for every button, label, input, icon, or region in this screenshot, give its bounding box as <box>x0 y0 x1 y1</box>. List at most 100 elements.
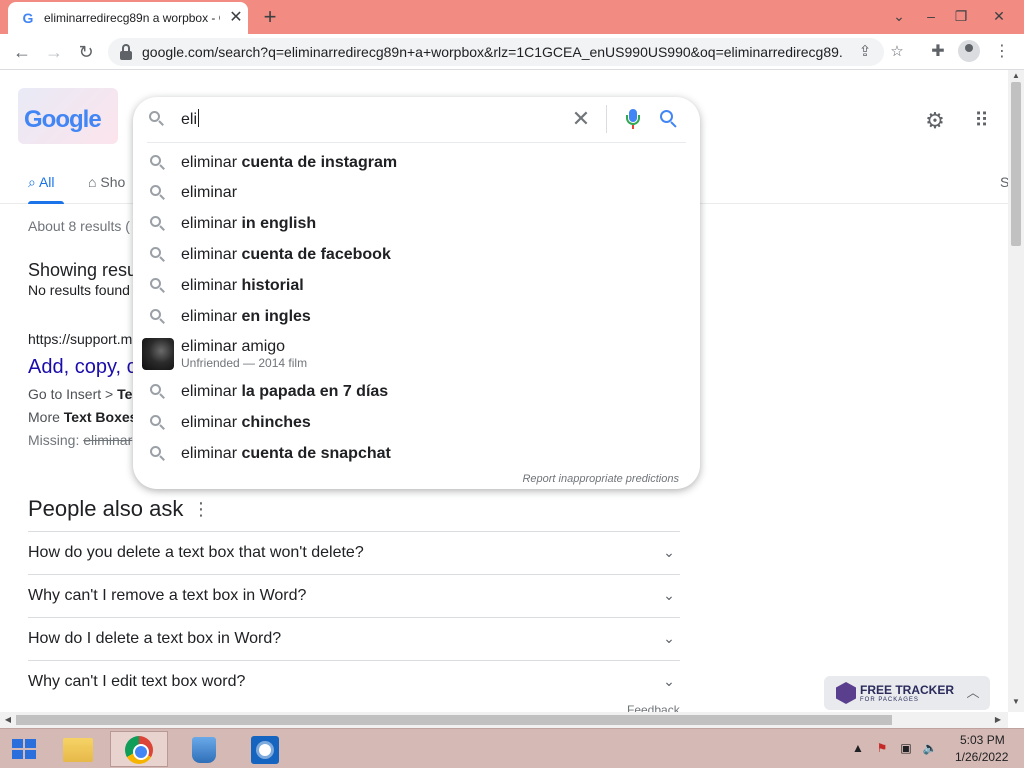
browser-tab-strip: G eliminarredirecg89n a worpbox - Google… <box>0 0 1024 34</box>
bucket-icon <box>192 737 216 763</box>
close-window-button[interactable]: ✕ <box>984 4 1014 28</box>
search-icon <box>150 247 166 263</box>
scroll-left-arrow-icon[interactable]: ◀ <box>2 714 14 726</box>
tab-all[interactable]: ⌕ All <box>28 174 55 191</box>
tracker-name: FREE TRACKER <box>860 683 955 697</box>
suggestion-subtitle: Unfriended — 2014 film <box>181 356 308 370</box>
more-options-icon[interactable]: ⋮ <box>192 498 210 520</box>
start-button[interactable] <box>6 735 42 763</box>
paa-question-text: How do you delete a text box that won't … <box>28 544 364 561</box>
suggestion-text: eliminar cuenta de facebook <box>181 246 391 263</box>
clock-time[interactable]: 5:03 PM <box>960 733 1005 747</box>
vertical-scroll-thumb[interactable] <box>1011 82 1021 246</box>
tab-title: eliminarredirecg89n a worpbox - Google S… <box>44 11 220 25</box>
share-icon[interactable]: ⇪ <box>854 41 876 63</box>
horizontal-scrollbar[interactable]: ◀ ▶ <box>0 712 1008 728</box>
divider <box>147 142 686 143</box>
bookmark-star-icon[interactable]: ☆ <box>886 41 908 63</box>
search-icon <box>150 446 166 462</box>
settings-gear-icon[interactable]: ⚙ <box>922 108 948 134</box>
chevron-down-icon[interactable]: ⌄ <box>660 543 678 561</box>
tab-close-icon[interactable]: ✕ <box>228 10 244 26</box>
suggestion-text: eliminar in english <box>181 215 317 232</box>
clock-date[interactable]: 1/26/2022 <box>955 750 1008 764</box>
browser-tab[interactable]: G eliminarredirecg89n a worpbox - Google… <box>8 2 248 34</box>
chevron-down-icon[interactable]: ⌄ <box>660 672 678 690</box>
divider <box>606 105 607 133</box>
tab-shopping[interactable]: ⌂ Sho <box>88 174 125 190</box>
vertical-scrollbar[interactable]: ▲ ▼ <box>1008 70 1024 712</box>
microphone-icon[interactable] <box>621 107 645 131</box>
taskbar-app-weather[interactable] <box>236 731 294 767</box>
windows-logo-icon <box>12 739 36 759</box>
suggestion-item[interactable]: eliminar cuenta de snapchat <box>133 438 700 469</box>
suggestion-text: eliminar historial <box>181 277 304 294</box>
address-bar[interactable]: google.com/search?q=eliminarredirecg89n+… <box>108 38 904 66</box>
profile-avatar[interactable] <box>958 40 980 62</box>
paa-question[interactable]: How do I delete a text box in Word? ⌄ <box>28 617 680 660</box>
forward-arrow-icon[interactable]: → <box>42 40 66 64</box>
apps-grid-icon[interactable]: ⠿ <box>968 108 994 134</box>
more-menu-icon[interactable]: ⋮ <box>990 40 1014 64</box>
taskbar-app-bucket[interactable] <box>174 731 232 767</box>
extensions-puzzle-icon[interactable]: ✚ <box>926 40 950 64</box>
reload-icon[interactable]: ↻ <box>74 40 98 64</box>
tab-all-label: All <box>38 174 55 190</box>
tab-search-button[interactable]: ⌄ <box>884 4 914 28</box>
horizontal-scroll-thumb[interactable] <box>16 715 892 725</box>
clear-search-icon[interactable]: ✕ <box>569 107 593 131</box>
suggestion-item[interactable]: eliminar in english <box>133 208 700 239</box>
volume-muted-icon[interactable]: 🔈 <box>922 740 938 756</box>
snippet-text: Go to Insert > <box>28 386 118 402</box>
network-icon[interactable]: ▣ <box>898 740 914 756</box>
snippet-bold: Te <box>117 386 133 402</box>
suggestion-item[interactable]: eliminar chinches <box>133 407 700 438</box>
suggestion-item[interactable]: eliminar la papada en 7 días <box>133 376 700 407</box>
search-icon <box>150 216 166 232</box>
taskbar-chrome[interactable] <box>110 731 168 767</box>
paa-question[interactable]: How do you delete a text box that won't … <box>28 531 680 574</box>
report-predictions-link[interactable]: Report inappropriate predictions <box>522 473 679 485</box>
search-input[interactable]: eli <box>181 109 200 129</box>
chevron-down-icon[interactable]: ⌄ <box>660 629 678 647</box>
folder-icon <box>63 738 93 762</box>
suggestion-item[interactable]: eliminar amigo Unfriended — 2014 film <box>133 337 700 375</box>
minimize-button[interactable]: – <box>916 4 946 28</box>
result-snippet-line: More Text Boxes <box>28 409 137 425</box>
action-center-flag-icon[interactable]: ⚑ <box>874 740 890 756</box>
restore-button[interactable]: ❐ <box>946 4 976 28</box>
suggestion-item[interactable]: eliminar <box>133 177 700 208</box>
chevron-down-icon[interactable]: ⌄ <box>660 586 678 604</box>
sun-icon <box>251 736 279 764</box>
suggestion-text: eliminar chinches <box>181 414 311 431</box>
suggestion-item[interactable]: eliminar cuenta de facebook <box>133 239 700 270</box>
search-icon <box>150 155 166 171</box>
suggestion-item[interactable]: eliminar en ingles <box>133 301 700 332</box>
suggestion-text: eliminar <box>181 184 238 201</box>
result-title-link[interactable]: Add, copy, c <box>28 356 137 379</box>
snippet-text: More <box>28 409 64 425</box>
suggestion-text: eliminar cuenta de instagram <box>181 154 398 171</box>
people-also-ask-title: People also ask <box>28 496 184 521</box>
paa-question[interactable]: Why can't I edit text box word? ⌄ <box>28 660 680 703</box>
lock-icon[interactable] <box>120 44 132 60</box>
result-url[interactable]: https://support.m <box>28 331 132 347</box>
google-doodle-logo[interactable]: Google <box>18 88 118 144</box>
scroll-up-arrow-icon[interactable]: ▲ <box>1010 70 1022 82</box>
google-logo-text: Google <box>24 106 102 133</box>
search-input-value: eli <box>181 111 198 128</box>
paa-question[interactable]: Why can't I remove a text box in Word? ⌄ <box>28 574 680 617</box>
search-icon: ⌕ <box>28 174 36 190</box>
suggestion-item[interactable]: eliminar historial <box>133 270 700 301</box>
suggestion-item[interactable]: eliminar cuenta de instagram <box>133 147 700 178</box>
tray-overflow-chevron-icon[interactable]: ▲ <box>850 740 866 756</box>
chevron-up-icon[interactable]: ︿ <box>964 684 982 702</box>
back-arrow-icon[interactable]: ← <box>10 40 34 64</box>
search-submit-icon[interactable] <box>659 109 679 129</box>
taskbar-file-explorer[interactable] <box>48 731 106 767</box>
scroll-right-arrow-icon[interactable]: ▶ <box>992 714 1004 726</box>
new-tab-button[interactable]: + <box>258 6 282 30</box>
scroll-down-arrow-icon[interactable]: ▼ <box>1010 696 1022 708</box>
free-tracker-widget[interactable]: FREE TRACKER FOR PACKAGES ︿ <box>824 676 990 710</box>
url-text[interactable]: google.com/search?q=eliminarredirecg89n+… <box>142 44 842 60</box>
